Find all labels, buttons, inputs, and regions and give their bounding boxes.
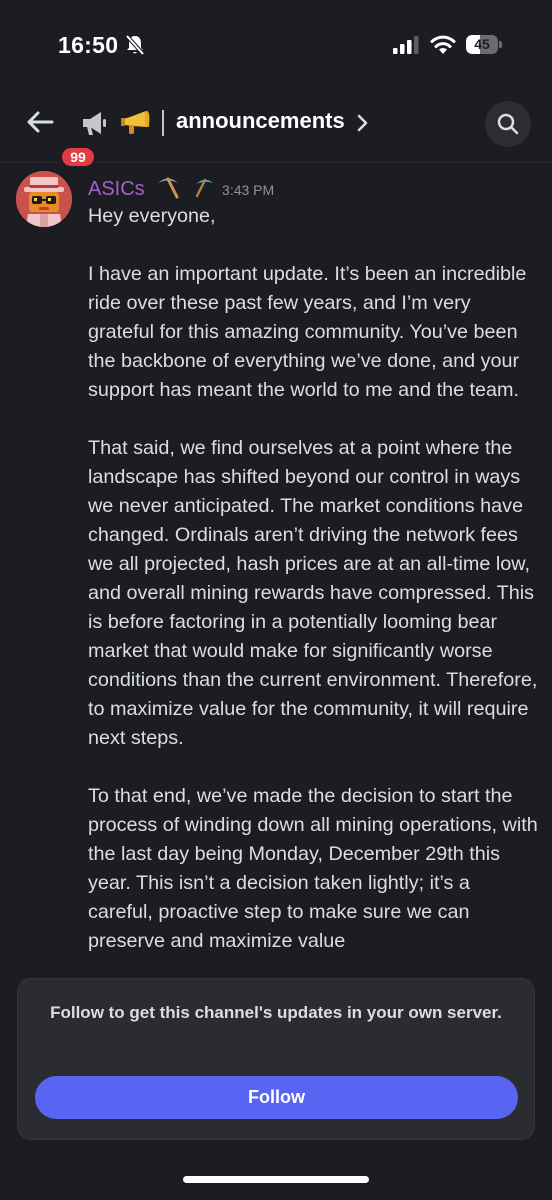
author-name[interactable]: ASICs (88, 178, 145, 200)
follow-card: Follow to get this channel's updates in … (17, 978, 535, 1140)
back-arrow-icon (26, 110, 54, 139)
search-icon (497, 113, 519, 140)
unread-badge: 99 (59, 145, 97, 169)
wifi-icon (430, 33, 456, 55)
bell-off-icon (125, 34, 145, 56)
back-button[interactable]: 99 (22, 106, 97, 169)
message-paragraph: Hey everyone, (88, 205, 216, 227)
message-paragraph: To that end, we’ve made the decision to … (88, 785, 538, 952)
megaphone-emoji-icon (120, 108, 152, 136)
message-paragraph: That said, we find ourselves at a point … (88, 437, 538, 749)
message-paragraph: I have an important update. It’s been an… (88, 263, 527, 401)
follow-button[interactable]: Follow (35, 1076, 518, 1119)
battery-cap (499, 41, 502, 48)
channel-name[interactable]: announcements (176, 108, 345, 134)
chevron-right-icon[interactable] (357, 114, 369, 137)
announcement-channel-icon (79, 108, 109, 138)
follow-prompt: Follow to get this channel's updates in … (50, 1003, 502, 1022)
message-body: Hey everyone, I have an important update… (88, 202, 540, 956)
avatar[interactable] (16, 171, 72, 227)
channel-header: 99 announcements (0, 90, 552, 169)
pickaxe-icon-blue (192, 176, 216, 203)
author-line: ASICs 3:43 PM (88, 175, 274, 203)
home-indicator[interactable] (183, 1176, 369, 1183)
pickaxe-icon (155, 175, 181, 204)
status-bar: 16:50 45 (0, 0, 552, 90)
battery-icon: 45 (466, 35, 502, 55)
search-button[interactable] (485, 101, 531, 147)
battery-level: 45 (474, 36, 490, 52)
status-time: 16:50 (58, 32, 119, 58)
header-divider (162, 110, 164, 136)
message-timestamp: 3:43 PM (222, 181, 275, 198)
battery-body: 45 (466, 35, 498, 54)
signal-icon (393, 36, 419, 54)
